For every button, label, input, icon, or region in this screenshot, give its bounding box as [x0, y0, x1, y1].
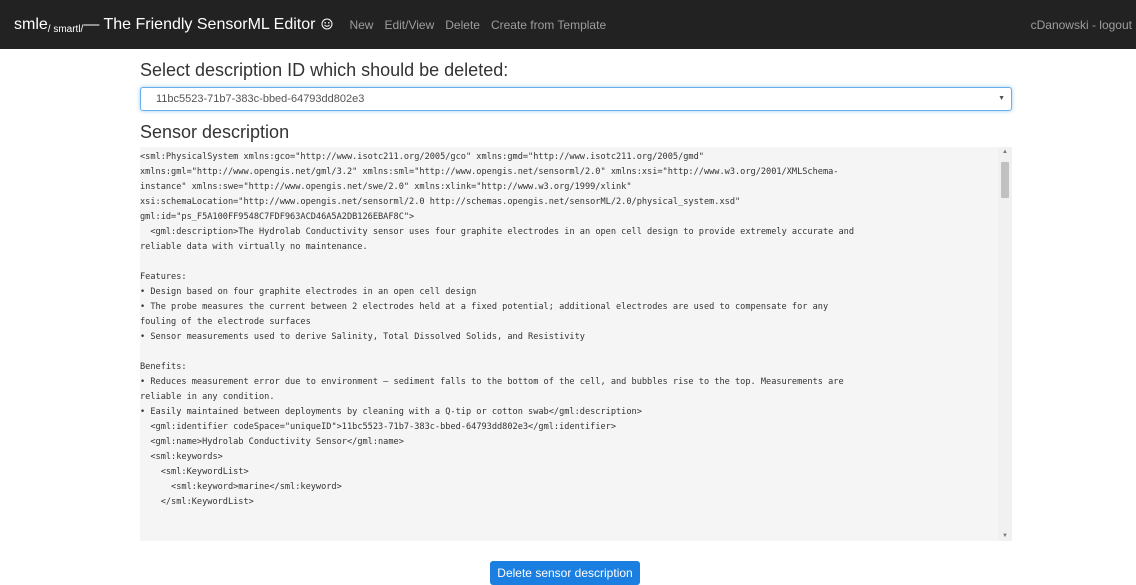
brand-tagline: — The Friendly SensorML Editor — [83, 15, 316, 33]
vertical-scrollbar[interactable]: ▲ ▼ — [998, 147, 1012, 541]
delete-sensor-description-button[interactable]: Delete sensor description — [490, 561, 640, 585]
nav-create-from-template[interactable]: Create from Template — [491, 18, 606, 32]
sensor-description-box[interactable]: <sml:PhysicalSystem xmlns:gco="http://ww… — [140, 147, 1012, 541]
scroll-up-arrow-icon[interactable]: ▲ — [998, 147, 1012, 157]
top-navbar: smle / smartl/ — The Friendly SensorML Ed… — [0, 0, 1136, 49]
select-heading: Select description ID which should be de… — [140, 60, 509, 80]
chevron-down-icon: ▼ — [998, 95, 1005, 102]
scroll-thumb[interactable] — [1001, 162, 1009, 198]
nav-edit-view[interactable]: Edit/View — [384, 18, 434, 32]
main-container: Select description ID which should be de… — [140, 49, 1012, 541]
brand-name: smle — [14, 15, 48, 33]
nav-delete[interactable]: Delete — [445, 18, 480, 32]
brand-subscript: / smartl/ — [47, 23, 84, 35]
description-id-select[interactable]: 11bc5523-71b7-383c-bbed-64793dd802e3 ▼ — [140, 87, 1012, 111]
user-logout-link[interactable]: cDanowski - logout — [1031, 0, 1132, 49]
selected-id-value: 11bc5523-71b7-383c-bbed-64793dd802e3 — [156, 93, 365, 105]
description-heading: Sensor description — [140, 122, 290, 142]
scroll-down-arrow-icon[interactable]: ▼ — [998, 531, 1012, 541]
sensor-description-xml: <sml:PhysicalSystem xmlns:gco="http://ww… — [140, 152, 855, 507]
smile-icon — [321, 17, 333, 29]
nav-links: New Edit/View Delete Create from Templat… — [349, 18, 617, 32]
brand[interactable]: smle / smartl/ — The Friendly SensorML Ed… — [14, 15, 333, 35]
nav-new[interactable]: New — [349, 18, 373, 32]
